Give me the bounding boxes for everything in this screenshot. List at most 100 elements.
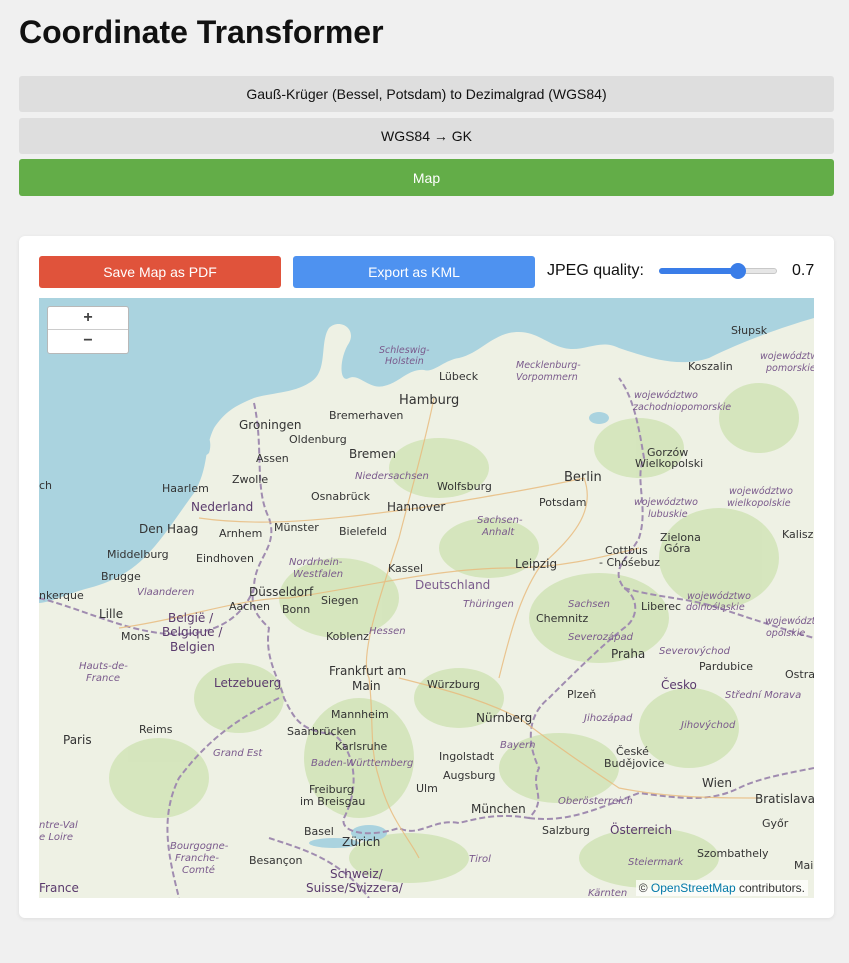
zoom-in-button[interactable]: +	[48, 307, 128, 329]
svg-text:Salzburg: Salzburg	[542, 824, 590, 837]
jpeg-quality-label: JPEG quality:	[547, 262, 644, 279]
svg-text:Assen: Assen	[256, 452, 289, 465]
svg-text:Praha: Praha	[611, 647, 645, 661]
svg-text:France: France	[39, 881, 79, 895]
slider-thumb[interactable]	[730, 263, 747, 279]
svg-text:Hannover: Hannover	[387, 500, 445, 514]
svg-text:Siegen: Siegen	[321, 594, 359, 607]
tab-map[interactable]: Map	[19, 159, 834, 196]
svg-text:Česko: Česko	[661, 677, 697, 692]
tab-wgs84-to-gk[interactable]: WGS84 → GK	[19, 118, 834, 154]
svg-text:Grand Est: Grand Est	[213, 748, 263, 759]
save-pdf-button[interactable]: Save Map as PDF	[39, 256, 281, 288]
svg-text:im Breisgau: im Breisgau	[300, 795, 365, 808]
svg-text:Koblenz: Koblenz	[326, 630, 369, 643]
svg-text:Mecklenburg-: Mecklenburg-	[516, 360, 581, 371]
svg-text:Niedersachsen: Niedersachsen	[355, 471, 429, 482]
tab-gk-to-wgs84[interactable]: Gauß-Krüger (Bessel, Potsdam) to Dezimal…	[19, 76, 834, 112]
svg-text:Wolfsburg: Wolfsburg	[437, 480, 492, 493]
svg-text:France: France	[86, 673, 120, 684]
svg-text:België /: België /	[168, 611, 214, 625]
svg-text:Thüringen: Thüringen	[463, 599, 514, 610]
osm-link[interactable]: OpenStreetMap	[651, 881, 736, 895]
svg-text:Lille: Lille	[99, 607, 123, 621]
attribution-prefix: ©	[638, 881, 651, 895]
svg-text:Letzebuerg: Letzebuerg	[214, 676, 281, 690]
svg-text:Sachsen: Sachsen	[568, 599, 610, 610]
svg-text:Eindhoven: Eindhoven	[196, 552, 254, 565]
map-tiles: Schleswig- Holstein Mecklenburg- Vorpomm…	[39, 298, 814, 898]
svg-text:Frankfurt am: Frankfurt am	[329, 664, 406, 678]
svg-text:zachodniopomorskie: zachodniopomorskie	[632, 402, 731, 413]
zoom-out-button[interactable]: −	[48, 329, 128, 352]
svg-text:pomorskie: pomorskie	[765, 363, 814, 374]
svg-text:Franche-: Franche-	[175, 853, 219, 864]
svg-text:dolnośląskie: dolnośląskie	[686, 602, 745, 613]
svg-text:Groningen: Groningen	[239, 418, 301, 432]
jpeg-quality-slider[interactable]	[659, 263, 777, 279]
svg-text:Kalisz: Kalisz	[782, 528, 814, 541]
svg-text:Bourgogne-: Bourgogne-	[170, 841, 229, 852]
svg-text:Bremen: Bremen	[349, 447, 396, 461]
svg-text:Severovýchod: Severovýchod	[659, 645, 731, 657]
svg-text:Oldenburg: Oldenburg	[289, 433, 347, 446]
svg-text:Ostrava: Ostrava	[785, 668, 814, 681]
svg-text:Szombathely: Szombathely	[697, 847, 769, 860]
svg-text:Zwolle: Zwolle	[232, 473, 268, 486]
svg-text:Basel: Basel	[304, 825, 334, 838]
svg-text:Karlsruhe: Karlsruhe	[335, 740, 388, 753]
svg-text:Kärnten: Kärnten	[588, 888, 627, 898]
svg-text:Bratislava: Bratislava	[755, 792, 814, 806]
svg-text:nkerque: nkerque	[39, 589, 84, 602]
svg-text:Słupsk: Słupsk	[731, 324, 768, 337]
svg-text:Suisse/Svizzera/: Suisse/Svizzera/	[306, 881, 404, 895]
svg-text:Aachen: Aachen	[229, 600, 270, 613]
map-view[interactable]: Schleswig- Holstein Mecklenburg- Vorpomm…	[39, 298, 814, 898]
svg-text:Mai: Mai	[794, 859, 813, 872]
jpeg-quality-value: 0.7	[792, 262, 815, 279]
svg-text:województwo: województwo	[760, 351, 814, 362]
svg-text:Schleswig-: Schleswig-	[379, 345, 430, 356]
map-attribution: © OpenStreetMap contributors.	[635, 880, 808, 896]
svg-text:wielkopolskie: wielkopolskie	[727, 498, 791, 509]
svg-text:Pardubice: Pardubice	[699, 660, 753, 673]
svg-text:Belgien: Belgien	[170, 640, 215, 654]
svg-text:Kassel: Kassel	[388, 562, 423, 575]
slider-fill	[659, 268, 739, 274]
svg-text:Arnhem: Arnhem	[219, 527, 262, 540]
svg-text:Haarlem: Haarlem	[162, 482, 209, 495]
svg-text:Düsseldorf: Düsseldorf	[249, 585, 314, 599]
svg-text:Bonn: Bonn	[282, 603, 310, 616]
map-panel: Save Map as PDF Export as KML JPEG quali…	[19, 236, 834, 918]
svg-text:Deutschland: Deutschland	[415, 578, 490, 592]
svg-text:Middelburg: Middelburg	[107, 548, 169, 561]
svg-text:Baden-Württemberg: Baden-Württemberg	[311, 758, 413, 769]
svg-text:opolskie: opolskie	[766, 628, 805, 639]
svg-text:ntre-Val: ntre-Val	[39, 820, 78, 831]
page-title: Coordinate Transformer	[19, 14, 384, 50]
svg-text:Bayern: Bayern	[500, 740, 536, 751]
svg-text:Würzburg: Würzburg	[427, 678, 480, 691]
svg-text:Vlaanderen: Vlaanderen	[137, 587, 194, 598]
svg-text:Bremerhaven: Bremerhaven	[329, 409, 403, 422]
svg-text:Potsdam: Potsdam	[539, 496, 586, 509]
svg-text:Győr: Győr	[762, 817, 789, 830]
svg-text:Münster: Münster	[274, 521, 319, 534]
svg-text:Mons: Mons	[121, 630, 150, 643]
svg-text:Severozápad: Severozápad	[568, 631, 634, 643]
svg-text:Saarbrücken: Saarbrücken	[287, 725, 356, 738]
svg-text:Besançon: Besançon	[249, 854, 303, 867]
svg-text:Hauts-de-: Hauts-de-	[79, 661, 128, 672]
svg-text:Paris: Paris	[63, 733, 92, 747]
svg-text:lubuskie: lubuskie	[648, 509, 688, 520]
svg-text:Österreich: Österreich	[610, 821, 672, 837]
zoom-control: + −	[47, 306, 129, 354]
svg-text:Wielkopolski: Wielkopolski	[635, 457, 703, 470]
svg-text:województwo: województwo	[634, 390, 698, 401]
svg-text:województwo: województwo	[765, 616, 814, 627]
svg-text:Den Haag: Den Haag	[139, 522, 198, 536]
svg-text:Leipzig: Leipzig	[515, 557, 557, 571]
export-kml-button[interactable]: Export as KML	[293, 256, 535, 288]
svg-text:Holstein: Holstein	[385, 356, 424, 367]
svg-text:Main: Main	[352, 679, 381, 693]
